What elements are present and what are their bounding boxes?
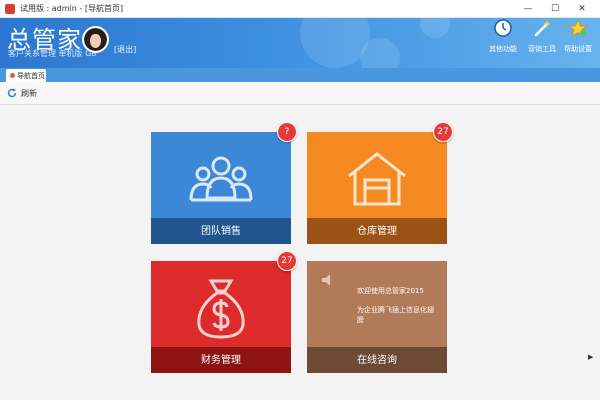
tab-home-navigation[interactable]: 导航首页 [6, 69, 46, 82]
content-area: ▶ [0, 106, 594, 400]
logout-link[interactable]: [退出] [114, 44, 136, 55]
tab-home-icon [10, 73, 15, 78]
refresh-button[interactable]: 刷新 [21, 88, 37, 99]
tile-label: 在线咨询 [357, 355, 397, 366]
app-subtitle: 客户关系管理 单机版 G8 [8, 49, 97, 58]
scroll-right-arrow[interactable]: ▶ [588, 353, 594, 363]
tool-label: 其他功能 [489, 45, 517, 53]
tile-label: 仓库管理 [357, 226, 397, 237]
avatar[interactable] [82, 26, 109, 53]
tool-label: 帮助设置 [564, 45, 592, 53]
money-bag-icon [197, 279, 245, 339]
marketing-tools-button[interactable]: 营销工具 [522, 18, 562, 62]
notification-badge: ? [277, 122, 297, 142]
notification-badge: 27 [433, 122, 453, 142]
welcome-text: 欢迎使用总管家2015 [357, 287, 424, 295]
tile-label: 财务管理 [201, 355, 241, 366]
window-title: 试用版 : admin - [导航首页] [20, 4, 124, 13]
other-functions-button[interactable]: 其他功能 [483, 18, 523, 62]
tile-label: 团队销售 [201, 226, 241, 237]
refresh-icon[interactable] [7, 88, 17, 98]
tool-label: 营销工具 [528, 45, 556, 53]
clock-icon [494, 19, 512, 37]
tab-label: 导航首页 [17, 72, 45, 80]
avatar-face [90, 34, 101, 48]
tile-team-sales[interactable]: ? 团队销售 [151, 122, 297, 244]
tile-warehouse[interactable]: 27 仓库管理 [307, 122, 453, 244]
decorative-bubble [360, 38, 400, 68]
tab-strip: 导航首页 [0, 68, 600, 82]
speaker-icon [322, 274, 330, 286]
minimize-button[interactable]: — [516, 0, 540, 18]
tile-finance[interactable]: 27 财务管理 [151, 251, 297, 373]
help-settings-button[interactable]: 帮助设置 [558, 18, 598, 62]
magic-wand-icon [534, 20, 551, 37]
slogan-text: 为企业腾飞插上信息化翅膀 [357, 306, 434, 324]
close-button[interactable]: ✕ [570, 0, 594, 18]
tile-online-consult[interactable]: 欢迎使用总管家2015 为企业腾飞插上信息化翅膀 在线咨询 [307, 261, 447, 373]
app-icon [5, 4, 15, 14]
help-settings-icon [568, 18, 588, 37]
toolbar: 刷新 [0, 82, 600, 105]
warehouse-icon [348, 152, 406, 206]
decorative-bubble [420, 18, 450, 38]
window-title-bar: 试用版 : admin - [导航首页] — ☐ ✕ [0, 0, 600, 18]
team-icon [189, 156, 253, 202]
notification-badge: 27 [277, 251, 297, 271]
maximize-button[interactable]: ☐ [543, 0, 567, 18]
